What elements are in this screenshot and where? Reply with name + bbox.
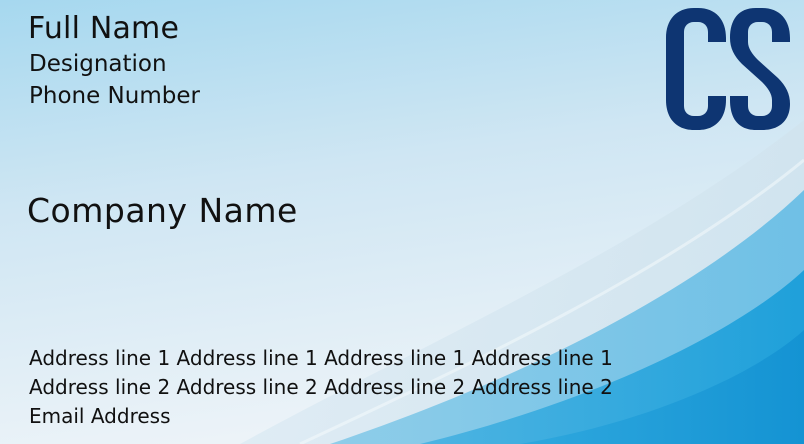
cs-logo-icon (666, 8, 790, 130)
phone-number: Phone Number (29, 83, 200, 109)
business-card: Full Name Designation Phone Number Compa… (0, 0, 804, 444)
email-address: Email Address (29, 404, 171, 428)
address-line-2: Address line 2 Address line 2 Address li… (29, 375, 613, 399)
address-line-1: Address line 1 Address line 1 Address li… (29, 346, 613, 370)
designation: Designation (29, 51, 167, 77)
full-name: Full Name (28, 11, 180, 46)
company-name: Company Name (27, 191, 298, 230)
